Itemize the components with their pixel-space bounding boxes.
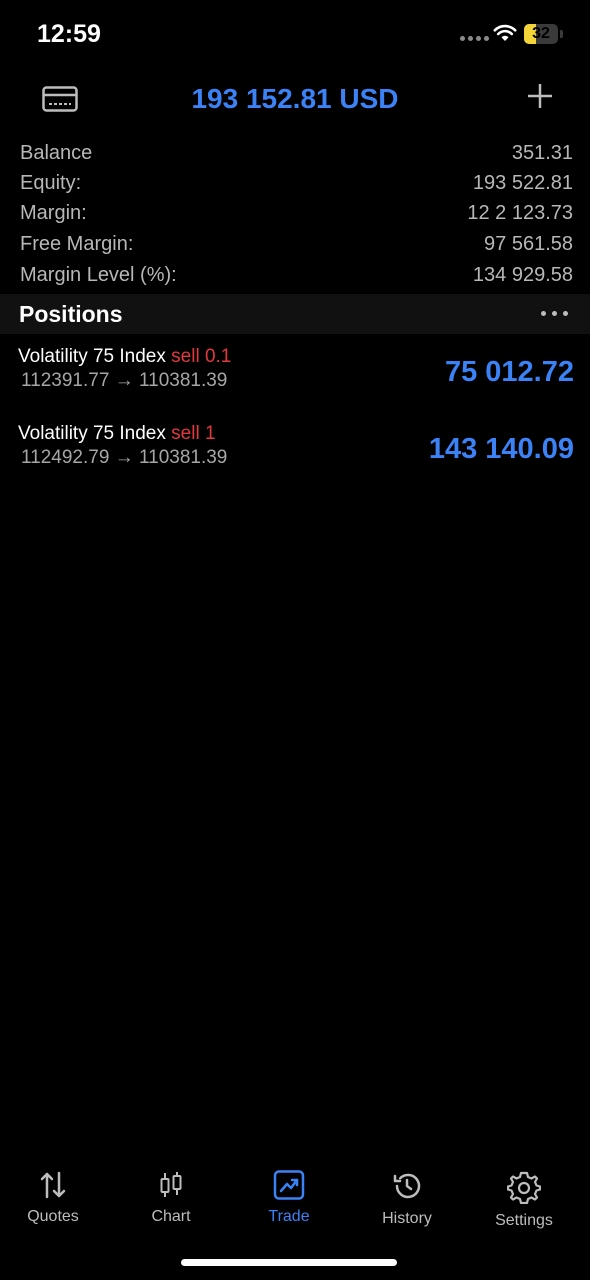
- tab-label: Trade: [268, 1208, 310, 1225]
- settings-icon: [507, 1171, 541, 1204]
- trade-icon: [273, 1170, 305, 1200]
- tab-history[interactable]: History: [357, 1160, 457, 1240]
- position-type: sell 1: [171, 423, 216, 444]
- position-title: Volatility 75 Index sell 0.1: [18, 346, 231, 368]
- tab-chart[interactable]: Chart: [121, 1160, 221, 1240]
- equity-value: 193 522.81: [472, 172, 573, 194]
- battery-level: 32: [532, 25, 550, 42]
- margin-row: Margin: 12 2 123.73: [20, 202, 573, 232]
- position-row[interactable]: Volatility 75 Index sell 1 112492.79 → 1…: [0, 423, 590, 483]
- free-margin-row: Free Margin: 97 561.58: [20, 233, 573, 263]
- quotes-icon: [40, 1171, 66, 1199]
- current-price: 110381.39: [138, 447, 228, 468]
- cellular-signal-icon: [460, 36, 489, 41]
- position-title: Volatility 75 Index sell 1: [18, 423, 216, 445]
- status-bar: 12:59 32: [0, 0, 590, 70]
- tab-trade[interactable]: Trade: [239, 1160, 339, 1240]
- account-equity-title: 193 152.81 USD: [191, 83, 399, 114]
- position-profit: 143 140.09: [428, 433, 574, 465]
- equity-label: Equity:: [20, 172, 82, 194]
- battery-nub: [560, 30, 563, 38]
- balance-value: 351.31: [511, 142, 573, 164]
- positions-title: Positions: [19, 301, 123, 327]
- home-indicator: [181, 1259, 397, 1266]
- arrow-right-icon: →: [114, 370, 134, 391]
- balance-row: Balance 351.31: [20, 142, 573, 172]
- tab-label: Quotes: [27, 1208, 79, 1225]
- current-price: 110381.39: [138, 370, 228, 391]
- position-profit: 75 012.72: [444, 356, 574, 388]
- position-symbol: Volatility 75 Index: [18, 346, 166, 367]
- margin-level-value: 134 929.58: [472, 264, 573, 286]
- arrow-right-icon: →: [114, 447, 134, 468]
- positions-header: Positions: [0, 294, 590, 334]
- position-prices: 112492.79 → 110381.39: [21, 447, 227, 469]
- free-margin-value: 97 561.58: [484, 233, 573, 255]
- tab-label: History: [382, 1210, 432, 1227]
- status-time: 12:59: [37, 20, 101, 48]
- margin-level-row: Margin Level (%): 134 929.58: [20, 264, 573, 294]
- tab-bar: Quotes Chart Trade History Settings: [0, 1160, 590, 1250]
- margin-label: Margin:: [20, 202, 87, 224]
- free-margin-label: Free Margin:: [20, 233, 134, 255]
- battery-icon: 32: [524, 24, 558, 44]
- tab-label: Chart: [151, 1208, 191, 1225]
- equity-row: Equity: 193 522.81: [20, 172, 573, 202]
- position-prices: 112391.77 → 110381.39: [21, 370, 227, 392]
- position-row[interactable]: Volatility 75 Index sell 0.1 112391.77 →…: [0, 346, 590, 406]
- tab-quotes[interactable]: Quotes: [3, 1160, 103, 1240]
- history-icon: [393, 1173, 421, 1199]
- position-type: sell 0.1: [171, 346, 232, 367]
- balance-label: Balance: [20, 142, 93, 164]
- open-price: 112492.79: [21, 447, 110, 468]
- more-options-icon[interactable]: [541, 311, 568, 316]
- open-price: 112391.77: [21, 370, 110, 391]
- wifi-icon: [493, 24, 517, 41]
- tab-label: Settings: [495, 1212, 553, 1229]
- position-symbol: Volatility 75 Index: [18, 423, 166, 444]
- chart-icon: [160, 1172, 182, 1197]
- plus-icon[interactable]: [526, 82, 554, 110]
- tab-settings[interactable]: Settings: [474, 1160, 574, 1240]
- margin-value: 12 2 123.73: [467, 202, 573, 224]
- margin-level-label: Margin Level (%):: [20, 264, 177, 286]
